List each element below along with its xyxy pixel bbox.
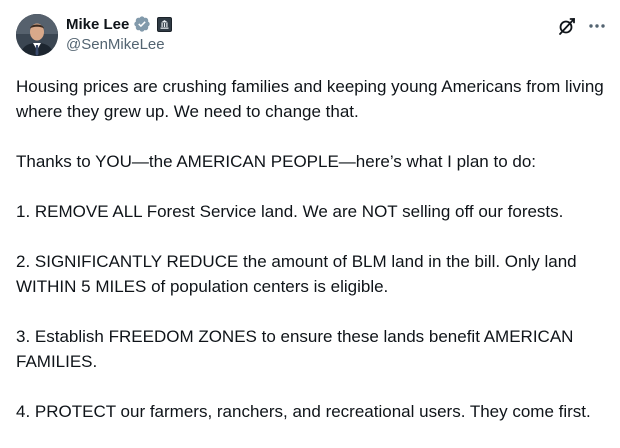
tweet-text: Housing prices are crushing families and… bbox=[16, 74, 606, 448]
more-options-button[interactable] bbox=[585, 14, 609, 38]
grok-button[interactable] bbox=[555, 14, 579, 38]
grok-icon bbox=[559, 18, 575, 35]
tweet-paragraph: 2. SIGNIFICANTLY REDUCE the amount of BL… bbox=[16, 252, 577, 296]
profile-photo-image bbox=[16, 14, 58, 56]
tweet-paragraph: 1. REMOVE ALL Forest Service land. We ar… bbox=[16, 202, 564, 221]
tweet-paragraph: 4. PROTECT our farmers, ranchers, and re… bbox=[16, 402, 591, 421]
author-name-row: Mike Lee bbox=[66, 13, 173, 35]
avatar[interactable] bbox=[16, 14, 58, 56]
tweet-paragraph: Housing prices are crushing families and… bbox=[16, 77, 604, 121]
author-handle[interactable]: @SenMikeLee bbox=[66, 36, 165, 53]
author-display-name[interactable]: Mike Lee bbox=[66, 16, 129, 33]
verified-badge-icon bbox=[133, 15, 151, 33]
more-options-icon bbox=[589, 24, 605, 28]
tweet-paragraph: Thanks to YOU—the AMERICAN PEOPLE—here’s… bbox=[16, 152, 537, 171]
tweet-paragraph: 3. Establish FREEDOM ZONES to ensure the… bbox=[16, 327, 574, 371]
government-affiliation-icon[interactable] bbox=[157, 16, 173, 32]
